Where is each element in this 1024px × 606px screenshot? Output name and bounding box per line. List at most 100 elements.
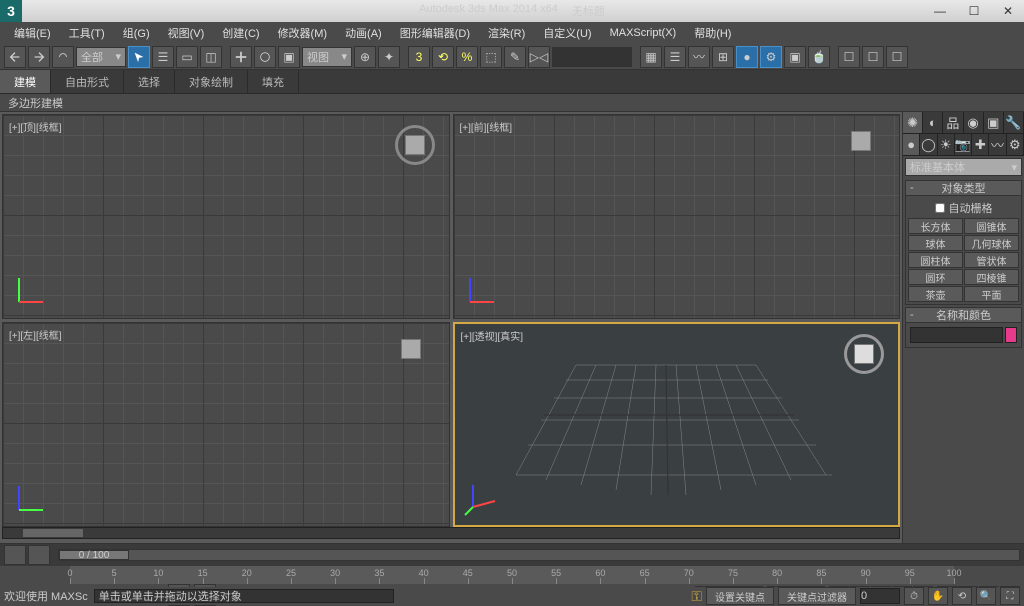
nav-orbit[interactable]: ⟲: [952, 587, 972, 605]
time-slider[interactable]: 0 / 100: [58, 549, 1020, 561]
display-tab[interactable]: ▣: [984, 112, 1004, 133]
torus-button[interactable]: 圆环: [908, 269, 963, 285]
ribbon-tab-objectpaint[interactable]: 对象绘制: [175, 70, 248, 93]
box-button[interactable]: 长方体: [908, 218, 963, 234]
menu-tools[interactable]: 工具(T): [61, 22, 113, 44]
viewport-label[interactable]: [+][顶][线框]: [9, 119, 62, 134]
snap-toggle[interactable]: 3: [408, 46, 430, 68]
motion-tab[interactable]: ◉: [964, 112, 984, 133]
menu-help[interactable]: 帮助(H): [686, 22, 739, 44]
menu-grapheditor[interactable]: 图形编辑器(D): [392, 22, 478, 44]
layers-button[interactable]: ☰: [664, 46, 686, 68]
menu-group[interactable]: 组(G): [115, 22, 158, 44]
schematic-view-button[interactable]: ⊞: [712, 46, 734, 68]
selection-filter[interactable]: 全部▾: [76, 47, 126, 67]
menu-modifiers[interactable]: 修改器(M): [270, 22, 336, 44]
redo-button[interactable]: [28, 46, 50, 68]
viewcube-icon[interactable]: [395, 333, 435, 373]
menu-edit[interactable]: 编辑(E): [6, 22, 59, 44]
extra-3[interactable]: ☐: [886, 46, 908, 68]
percent-snap[interactable]: %: [456, 46, 478, 68]
viewport-label[interactable]: [+][前][线框]: [460, 119, 513, 134]
current-frame-input[interactable]: [860, 588, 900, 604]
undo-button[interactable]: [4, 46, 26, 68]
minimize-button[interactable]: —: [924, 1, 956, 21]
named-sets[interactable]: ✎: [504, 46, 526, 68]
create-tab[interactable]: ✺: [903, 112, 923, 133]
material-editor-button[interactable]: ●: [736, 46, 758, 68]
geosphere-button[interactable]: 几何球体: [964, 235, 1019, 251]
extra-2[interactable]: ☐: [862, 46, 884, 68]
key-icon[interactable]: ⚿: [691, 588, 702, 605]
plane-button[interactable]: 平面: [964, 286, 1019, 302]
ribbon-subpanel[interactable]: 多边形建模: [0, 94, 1024, 112]
select-name-button[interactable]: ☰: [152, 46, 174, 68]
menu-maxscript[interactable]: MAXScript(X): [602, 24, 685, 42]
menu-create[interactable]: 创建(C): [214, 22, 267, 44]
geometry-subtab[interactable]: ●: [903, 134, 920, 155]
cone-button[interactable]: 圆锥体: [964, 218, 1019, 234]
rotate-button[interactable]: [254, 46, 276, 68]
timeline-icon-1[interactable]: [4, 545, 26, 565]
category-dropdown[interactable]: 标准基本体▾: [905, 158, 1022, 176]
align-button[interactable]: ▦: [640, 46, 662, 68]
menu-render[interactable]: 渲染(R): [480, 22, 533, 44]
window-crossing-button[interactable]: ◫: [200, 46, 222, 68]
space-warps-subtab[interactable]: 〰: [989, 134, 1006, 155]
time-config-button[interactable]: ⏱: [904, 587, 924, 605]
app-logo[interactable]: 3: [0, 0, 22, 22]
viewport-hscroll[interactable]: [2, 527, 900, 539]
menu-customize[interactable]: 自定义(U): [535, 22, 599, 44]
mirror-button[interactable]: ▷◁: [528, 46, 550, 68]
keyfilter-button[interactable]: 关键点过滤器: [778, 587, 856, 605]
object-color-swatch[interactable]: [1005, 327, 1017, 343]
time-ruler[interactable]: 0510152025303540455055606570758085909510…: [70, 566, 954, 584]
tube-button[interactable]: 管状体: [964, 252, 1019, 268]
viewcube-icon[interactable]: [845, 125, 885, 165]
namecolor-rollout-header[interactable]: -名称和颜色: [905, 307, 1022, 323]
ribbon-tab-modeling[interactable]: 建模: [0, 70, 51, 93]
select-manipulate-button[interactable]: ✦: [378, 46, 400, 68]
sphere-button[interactable]: 球体: [908, 235, 963, 251]
setkey-button[interactable]: 设置关键点: [706, 587, 774, 605]
systems-subtab[interactable]: ⚙: [1007, 134, 1024, 155]
menu-animation[interactable]: 动画(A): [337, 22, 390, 44]
lights-subtab[interactable]: ☀: [938, 134, 955, 155]
viewport-left[interactable]: [+][左][线框]: [2, 322, 450, 527]
nav-max[interactable]: ⛶: [1000, 587, 1020, 605]
close-button[interactable]: ✕: [992, 1, 1024, 21]
ribbon-tab-freeform[interactable]: 自由形式: [51, 70, 124, 93]
cameras-subtab[interactable]: 📷: [955, 134, 972, 155]
viewport-perspective[interactable]: [+][透视][真实]: [453, 322, 901, 527]
helpers-subtab[interactable]: ✚: [972, 134, 989, 155]
viewport-top[interactable]: [+][顶][线框]: [2, 114, 450, 319]
viewport-label[interactable]: [+][透视][真实]: [461, 328, 524, 343]
objtype-rollout-header[interactable]: -对象类型: [905, 180, 1022, 196]
viewport-front[interactable]: [+][前][线框]: [453, 114, 901, 319]
angle-snap[interactable]: ⟲: [432, 46, 454, 68]
ref-coord-system[interactable]: 视图▾: [302, 47, 352, 67]
render-frame-button[interactable]: ▣: [784, 46, 806, 68]
select-button[interactable]: [128, 46, 150, 68]
viewport-label[interactable]: [+][左][线框]: [9, 327, 62, 342]
link-button[interactable]: [52, 46, 74, 68]
rect-select-button[interactable]: ▭: [176, 46, 198, 68]
nav-pan[interactable]: ✋: [928, 587, 948, 605]
timeline-icon-2[interactable]: [28, 545, 50, 565]
extra-1[interactable]: ☐: [838, 46, 860, 68]
ribbon-tab-populate[interactable]: 填充: [248, 70, 299, 93]
cylinder-button[interactable]: 圆柱体: [908, 252, 963, 268]
nav-zoom[interactable]: 🔍: [976, 587, 996, 605]
viewcube-icon[interactable]: [395, 125, 435, 165]
pyramid-button[interactable]: 四棱锥: [964, 269, 1019, 285]
move-button[interactable]: [230, 46, 252, 68]
shapes-subtab[interactable]: ◯: [920, 134, 937, 155]
render-button[interactable]: 🍵: [808, 46, 830, 68]
curve-editor-button[interactable]: 〰: [688, 46, 710, 68]
modify-tab[interactable]: ◐: [923, 112, 943, 133]
teapot-button[interactable]: 茶壶: [908, 286, 963, 302]
use-pivot-button[interactable]: ⊕: [354, 46, 376, 68]
ribbon-tab-selection[interactable]: 选择: [124, 70, 175, 93]
maximize-button[interactable]: ☐: [958, 1, 990, 21]
named-selection-dropdown[interactable]: [552, 47, 632, 67]
